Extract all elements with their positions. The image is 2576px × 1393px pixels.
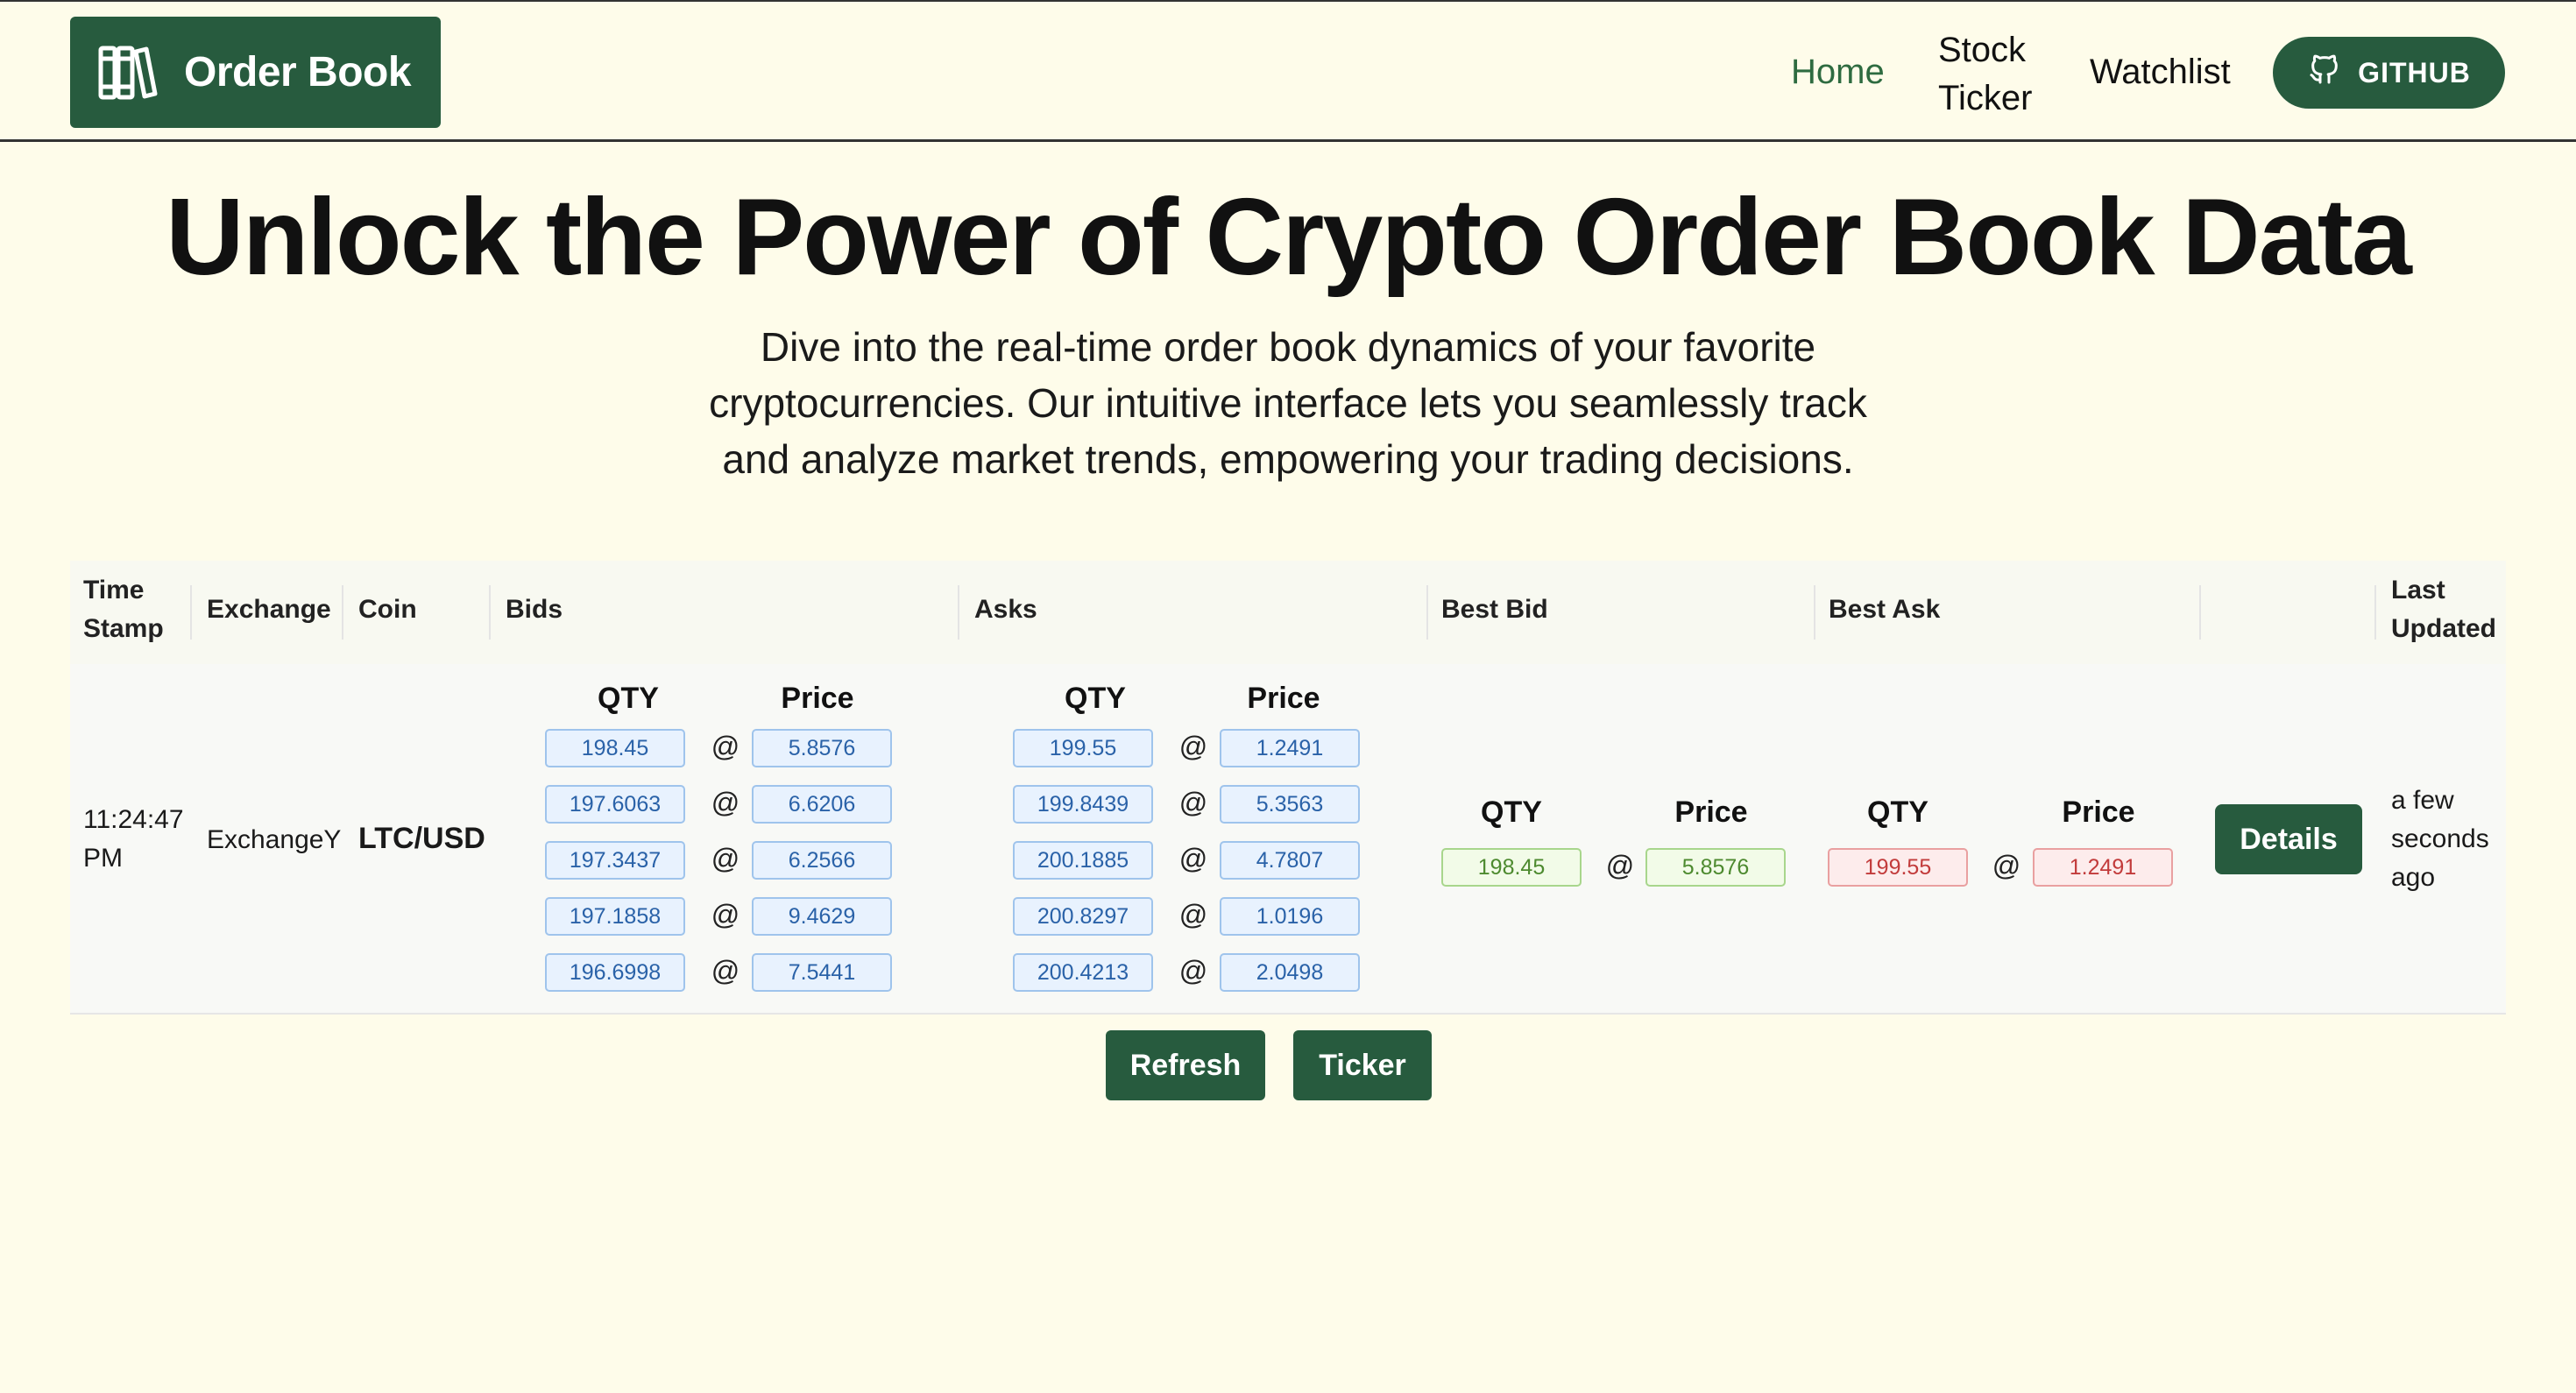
ask-qty-value: 200.4213 — [1013, 953, 1153, 992]
ticker-button[interactable]: Ticker — [1293, 1030, 1432, 1100]
ask-price-value: 2.0498 — [1220, 953, 1360, 992]
at-symbol: @ — [1178, 843, 1208, 874]
at-symbol: @ — [711, 731, 740, 762]
at-symbol: @ — [1992, 850, 2021, 881]
best-bid-qty-value: 198.45 — [1441, 848, 1582, 887]
th-coin: Coin — [358, 595, 417, 624]
th-time-stamp: Time Stamp — [83, 576, 164, 643]
bids-price-header: Price — [781, 682, 854, 715]
ask-qty-value: 199.55 — [1013, 729, 1153, 767]
nav-stock-ticker-link[interactable]: Stock Ticker — [1938, 26, 2035, 123]
ask-price-value: 4.7807 — [1220, 841, 1360, 880]
header-divider — [2199, 585, 2201, 640]
bid-qty-value: 197.6063 — [545, 785, 685, 824]
at-symbol: @ — [711, 787, 740, 818]
at-symbol: @ — [1178, 731, 1208, 762]
ask-qty-value: 199.8439 — [1013, 785, 1153, 824]
ask-qty-value: 200.8297 — [1013, 897, 1153, 936]
at-symbol: @ — [711, 899, 740, 930]
at-symbol: @ — [711, 843, 740, 874]
row-exchange: ExchangeY — [207, 825, 342, 854]
best-bid-price-value: 5.8576 — [1645, 848, 1786, 887]
brand-logo[interactable]: Order Book — [70, 17, 441, 128]
nav-watchlist-link[interactable]: Watchlist — [2090, 53, 2231, 92]
best-ask-qty-value: 199.55 — [1828, 848, 1968, 887]
best-ask-qty-header: QTY — [1867, 795, 1928, 829]
row-coin: LTC/USD — [358, 822, 485, 855]
hero-lead: Dive into the real-time order book dynam… — [709, 324, 1867, 482]
best-bid-price-header: Price — [1674, 795, 1748, 829]
at-symbol: @ — [1178, 899, 1208, 930]
asks-price-header: Price — [1247, 682, 1320, 715]
github-label: GITHUB — [2358, 56, 2471, 88]
header-divider — [1814, 585, 1815, 640]
bid-price-value: 7.5441 — [752, 953, 892, 992]
ask-price-value: 1.2491 — [1220, 729, 1360, 767]
th-asks: Asks — [974, 595, 1037, 624]
header-divider — [190, 585, 192, 640]
refresh-button[interactable]: Refresh — [1106, 1030, 1265, 1100]
row-time: 11:24:47 PM — [83, 805, 184, 873]
bid-price-value: 9.4629 — [752, 897, 892, 936]
table-header: Time Stamp Exchange Coin Bids Asks Best … — [70, 561, 2506, 664]
best-bid-qty-header: QTY — [1481, 795, 1542, 829]
nav-home-link[interactable]: Home — [1791, 53, 1885, 92]
th-exchange: Exchange — [207, 595, 331, 624]
header-divider — [2374, 585, 2376, 640]
bid-qty-value: 198.45 — [545, 729, 685, 767]
header-divider — [489, 585, 491, 640]
bid-price-value: 5.8576 — [752, 729, 892, 767]
best-ask-price-header: Price — [2062, 795, 2135, 829]
brand-title: Order Book — [184, 49, 412, 95]
th-best-ask: Best Ask — [1829, 595, 1941, 624]
header-divider — [342, 585, 343, 640]
ask-price-value: 1.0196 — [1220, 897, 1360, 936]
th-last-updated: Last Updated — [2391, 576, 2496, 643]
hero-title: Unlock the Power of Crypto Order Book Da… — [166, 177, 2412, 298]
bid-qty-value: 197.1858 — [545, 897, 685, 936]
at-symbol: @ — [1178, 955, 1208, 986]
details-button[interactable]: Details — [2215, 804, 2362, 874]
bid-qty-value: 197.3437 — [545, 841, 685, 880]
th-best-bid: Best Bid — [1441, 595, 1548, 624]
at-symbol: @ — [1605, 850, 1635, 881]
bids-qty-header: QTY — [598, 682, 659, 715]
ask-qty-value: 200.1885 — [1013, 841, 1153, 880]
github-button[interactable]: GITHUB — [2273, 37, 2505, 109]
asks-qty-header: QTY — [1065, 682, 1126, 715]
ask-price-value: 5.3563 — [1220, 785, 1360, 824]
at-symbol: @ — [711, 955, 740, 986]
bid-price-value: 6.2566 — [752, 841, 892, 880]
row-last-updated: a few seconds ago — [2391, 786, 2489, 892]
bid-price-value: 6.6206 — [752, 785, 892, 824]
header-divider — [1426, 585, 1428, 640]
bid-qty-value: 196.6998 — [545, 953, 685, 992]
at-symbol: @ — [1178, 787, 1208, 818]
header-divider — [958, 585, 959, 640]
th-bids: Bids — [506, 595, 563, 624]
books-icon — [93, 39, 161, 107]
navbar: Order Book Home Stock Ticker Watchlist G… — [0, 2, 2576, 142]
github-icon — [2307, 52, 2342, 94]
best-ask-price-value: 1.2491 — [2033, 848, 2173, 887]
